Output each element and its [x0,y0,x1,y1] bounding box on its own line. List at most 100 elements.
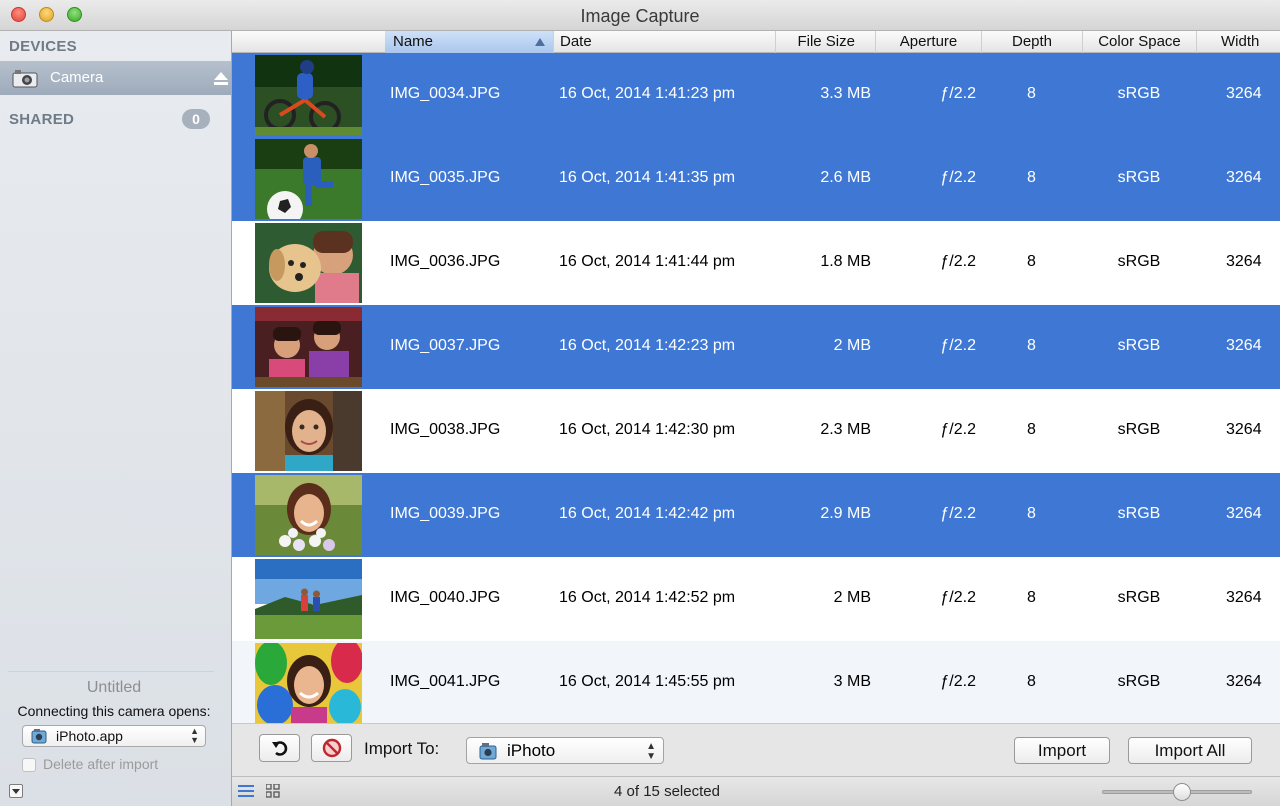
cell-file-size: 2 MB [833,337,871,354]
iphoto-icon [479,743,497,760]
table-row[interactable]: IMG_0039.JPG 16 Oct, 2014 1:42:42 pm 2.9 M… [232,473,1280,557]
column-header-depth[interactable]: Depth [981,31,1082,53]
cell-color-space: sRGB [1117,505,1161,522]
photo-thumbnail[interactable] [255,139,362,219]
delete-after-import-checkbox[interactable] [22,758,36,772]
sidebar-divider [8,671,214,672]
cell-date: 16 Oct, 2014 1:41:44 pm [559,253,736,270]
cell-width: 3264 [1226,505,1262,522]
cell-aperture: ƒ/2.2 [940,85,976,102]
cell-depth: 8 [1027,421,1036,438]
cell-depth: 8 [1027,673,1036,690]
table-row[interactable]: IMG_0038.JPG 16 Oct, 2014 1:42:30 pm 2.3 M… [232,389,1280,473]
cell-color-space: sRGB [1117,589,1161,606]
cell-file-size: 2.9 MB [820,505,871,522]
popup-arrows-icon: ▲ ▼ [646,741,656,762]
image-list[interactable]: IMG_0034.JPG 16 Oct, 2014 1:41:23 pm 3.3 M… [232,53,1280,723]
table-row[interactable]: IMG_0040.JPG 16 Oct, 2014 1:42:52 pm 2 MB ƒ… [232,557,1280,641]
column-date-label: Date [560,33,592,50]
cell-name: IMG_0041.JPG [390,673,501,690]
sidebar: DEVICES Camera SHARED 0 Untitled Connect… [0,31,232,806]
import-to-label: Import To: [364,739,440,758]
delete-button[interactable] [311,734,352,762]
table-header: Name Date File Size Aperture Depth Color… [232,31,1280,53]
column-header-date[interactable]: Date [553,31,775,53]
toggle-details-icon[interactable] [9,784,23,798]
photo-thumbnail[interactable] [255,559,362,639]
delete-icon [322,738,342,758]
camera-opens-popup[interactable]: iPhoto.app ▲ ▼ [22,725,206,747]
popup-arrows-icon: ▲ ▼ [190,726,199,745]
cell-date: 16 Oct, 2014 1:41:35 pm [559,169,736,186]
status-bar: 4 of 15 selected [232,776,1280,806]
table-row[interactable]: IMG_0035.JPG 16 Oct, 2014 1:41:35 pm 2.6 M… [232,137,1280,221]
cell-color-space: sRGB [1117,85,1161,102]
column-header-color-space[interactable]: Color Space [1082,31,1196,53]
cell-aperture: ƒ/2.2 [940,421,976,438]
sidebar-item-camera[interactable]: Camera [0,61,231,95]
cell-aperture: ƒ/2.2 [940,337,976,354]
iphoto-icon [31,729,47,744]
import-all-button[interactable]: Import All [1128,737,1252,764]
cell-color-space: sRGB [1117,253,1161,270]
eject-icon[interactable] [213,71,229,85]
shared-heading: SHARED [9,111,75,128]
cell-color-space: sRGB [1117,169,1161,186]
camera-opens-value: iPhoto.app [56,728,123,744]
cell-depth: 8 [1027,337,1036,354]
devices-heading: DEVICES [9,38,77,55]
column-file-size-label: File Size [797,33,855,50]
cell-aperture: ƒ/2.2 [940,589,976,606]
table-row[interactable]: IMG_0037.JPG 16 Oct, 2014 1:42:23 pm 2 MB ƒ… [232,305,1280,389]
cell-date: 16 Oct, 2014 1:45:55 pm [559,673,736,690]
cell-depth: 8 [1027,589,1036,606]
cell-date: 16 Oct, 2014 1:42:23 pm [559,337,736,354]
camera-icon [12,70,38,88]
photo-thumbnail[interactable] [255,223,362,303]
cell-name: IMG_0034.JPG [390,85,501,102]
photo-thumbnail[interactable] [255,55,362,135]
cell-width: 3264 [1226,337,1262,354]
cell-color-space: sRGB [1117,421,1161,438]
column-name-label: Name [393,33,434,50]
connecting-label: Connecting this camera opens: [17,703,211,719]
cell-width: 3264 [1226,169,1262,186]
table-row[interactable]: IMG_0041.JPG 16 Oct, 2014 1:45:55 pm 3 MB ƒ… [232,641,1280,723]
cell-color-space: sRGB [1117,337,1161,354]
column-color-space-label: Color Space [1098,33,1181,50]
cell-file-size: 2.6 MB [820,169,871,186]
cell-file-size: 2.3 MB [820,421,871,438]
window-title: Image Capture [580,6,700,26]
table-row[interactable]: IMG_0034.JPG 16 Oct, 2014 1:41:23 pm 3.3 M… [232,53,1280,137]
cell-name: IMG_0035.JPG [390,169,501,186]
column-header-file-size[interactable]: File Size [775,31,875,53]
column-header-aperture[interactable]: Aperture [875,31,981,53]
column-header-name[interactable]: Name [385,31,553,53]
rotate-button[interactable] [259,734,300,762]
cell-date: 16 Oct, 2014 1:41:23 pm [559,85,736,102]
cell-date: 16 Oct, 2014 1:42:30 pm [559,421,736,438]
title-bar: Image Capture [0,0,1280,31]
cell-file-size: 3.3 MB [820,85,871,102]
cell-aperture: ƒ/2.2 [940,169,976,186]
cell-aperture: ƒ/2.2 [940,505,976,522]
device-name-label: Untitled [86,679,142,696]
column-aperture-label: Aperture [899,33,958,50]
table-row[interactable]: IMG_0036.JPG 16 Oct, 2014 1:41:44 pm 1.8 M… [232,221,1280,305]
cell-file-size: 1.8 MB [820,253,871,270]
cell-width: 3264 [1226,589,1262,606]
photo-thumbnail[interactable] [255,307,362,387]
camera-device-label: Camera [50,69,104,86]
photo-thumbnail[interactable] [255,475,362,555]
cell-name: IMG_0037.JPG [390,337,501,354]
photo-thumbnail[interactable] [255,391,362,471]
import-button[interactable]: Import [1014,737,1110,764]
cell-file-size: 2 MB [833,589,871,606]
photo-thumbnail[interactable] [255,643,362,723]
thumbnail-size-slider-knob[interactable] [1172,783,1191,801]
import-destination-popup[interactable]: iPhoto ▲ ▼ [466,737,664,764]
cell-width: 3264 [1226,85,1262,102]
cell-width: 3264 [1226,421,1262,438]
column-header-width[interactable]: Width [1196,31,1280,53]
cell-depth: 8 [1027,169,1036,186]
